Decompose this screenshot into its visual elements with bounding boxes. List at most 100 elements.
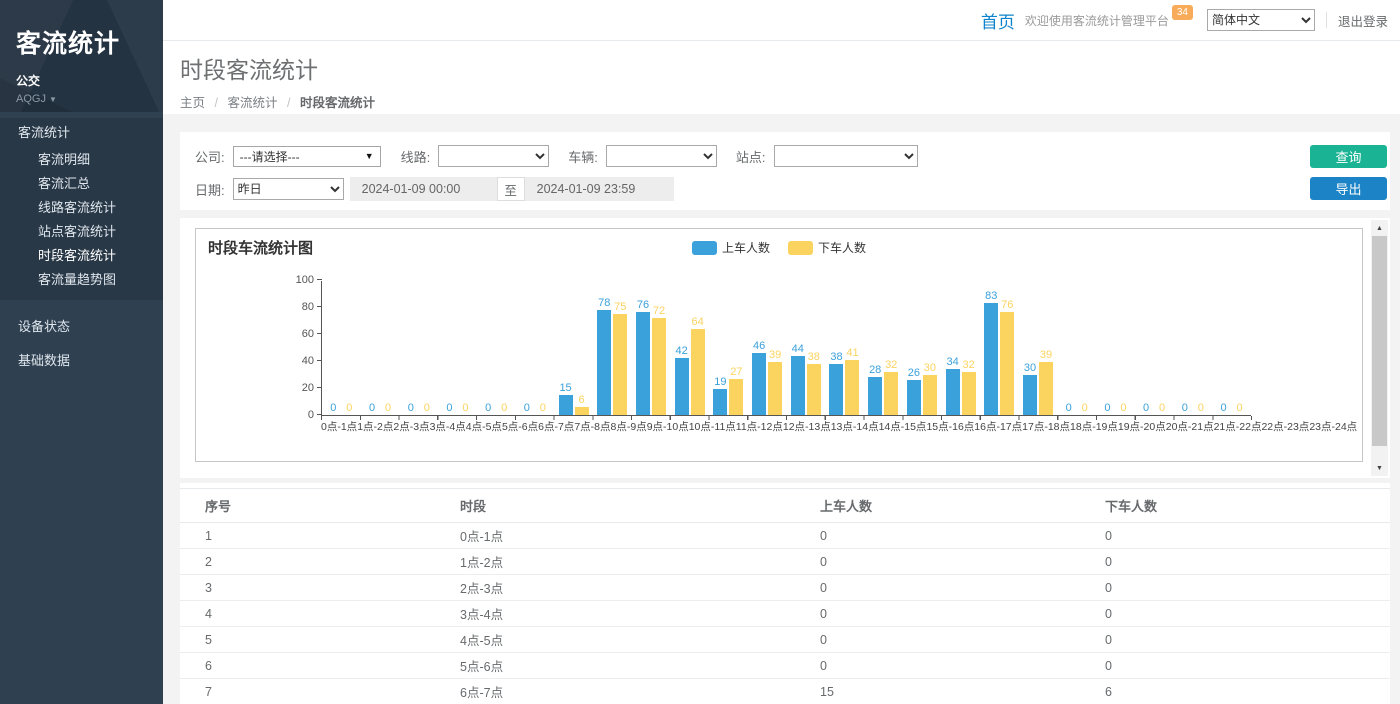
- bar-column: 46: [752, 340, 766, 415]
- breadcrumb-home[interactable]: 主页: [180, 96, 205, 110]
- home-link[interactable]: 首页: [981, 8, 1015, 33]
- table-cell: 0: [1080, 653, 1390, 679]
- date-from-input[interactable]: 2024-01-09 00:00: [350, 177, 497, 201]
- dropdown-arrow-icon: ▼: [365, 151, 374, 161]
- bar-group-10: 1927: [709, 280, 748, 415]
- bar-group-2: 00: [399, 280, 438, 415]
- bar-column: 38: [807, 351, 821, 415]
- breadcrumb-section[interactable]: 客流统计: [227, 96, 277, 110]
- bar-value-label: 0: [1182, 402, 1188, 414]
- bar-group-18: 3039: [1019, 280, 1058, 415]
- date-preset-select[interactable]: 昨日: [233, 178, 344, 200]
- x-axis-label: 19点-20点: [1118, 420, 1166, 434]
- table-cell: 1点-2点: [435, 549, 795, 575]
- sidebar-item-1[interactable]: 客流明细: [0, 148, 163, 172]
- bar-column: 72: [652, 305, 666, 415]
- bar-column: 28: [868, 364, 882, 415]
- chart-title: 时段车流统计图: [208, 237, 1350, 258]
- bar-column: 39: [1039, 349, 1053, 415]
- sidebar-item-7[interactable]: 设备状态: [0, 312, 163, 342]
- bar-column: 0: [1100, 402, 1114, 415]
- vehicle-select[interactable]: [606, 145, 717, 167]
- bar-上车人数: [946, 369, 960, 415]
- date-to-input[interactable]: 2024-01-09 23:59: [525, 177, 674, 201]
- bar-group-20: 00: [1096, 280, 1135, 415]
- y-tick-mark: [317, 414, 322, 415]
- sidebar-nav: 客流统计客流明细客流汇总线路客流统计站点客流统计时段客流统计客流量趋势图设备状态…: [0, 118, 163, 376]
- table-cell: 2: [180, 549, 435, 575]
- bar-value-label: 44: [792, 343, 804, 355]
- bar-value-label: 30: [924, 362, 936, 374]
- x-axis-labels: 0点-1点1点-2点2点-3点3点-4点4点-5点5点-6点6点-7点7点-8点…: [321, 420, 1251, 434]
- bar-group-16: 3432: [941, 280, 980, 415]
- bar-上车人数: [1023, 375, 1037, 416]
- chart-plot: 0204060801000000000000001567875767242641…: [321, 281, 1251, 416]
- table-cell: 4: [180, 601, 435, 627]
- table-header-cell: 下车人数: [1080, 489, 1390, 523]
- table-row: 10点-1点00: [180, 523, 1390, 549]
- table-row: 76点-7点156: [180, 679, 1390, 704]
- breadcrumb-current: 时段客流统计: [300, 96, 375, 110]
- sidebar-item-4[interactable]: 站点客流统计: [0, 220, 163, 244]
- y-tick-mark: [317, 387, 322, 388]
- sidebar-item-0[interactable]: 客流统计: [0, 118, 163, 148]
- y-tick-label: 60: [278, 328, 314, 340]
- x-axis-label: 16点-17点: [974, 420, 1022, 434]
- bar-value-label: 0: [1220, 402, 1226, 414]
- bar-上车人数: [907, 380, 921, 415]
- sidebar-item-5[interactable]: 时段客流统计: [0, 244, 163, 268]
- bar-value-label: 0: [1236, 402, 1242, 414]
- sidebar-item-3[interactable]: 线路客流统计: [0, 196, 163, 220]
- sidebar-item-8[interactable]: 基础数据: [0, 346, 163, 376]
- table-cell: 3: [180, 575, 435, 601]
- table-row: 32点-3点00: [180, 575, 1390, 601]
- bar-value-label: 0: [346, 402, 352, 414]
- y-tick-label: 40: [278, 355, 314, 367]
- bar-group-0: 00: [322, 280, 361, 415]
- bar-column: 0: [1116, 402, 1130, 415]
- logout-link[interactable]: 退出登录: [1338, 11, 1388, 30]
- table-cell: 6: [180, 653, 435, 679]
- x-axis-label: 23点-24点: [1309, 420, 1357, 434]
- chart-scrollbar[interactable]: ▲ ▼: [1371, 220, 1388, 476]
- sidebar-item-2[interactable]: 客流汇总: [0, 172, 163, 196]
- notification-badge[interactable]: 34: [1172, 5, 1193, 20]
- scroll-down-icon[interactable]: ▼: [1371, 460, 1388, 476]
- bar-column: 0: [1155, 402, 1169, 415]
- table-cell: 2点-3点: [435, 575, 795, 601]
- table-cell: 0: [795, 549, 1080, 575]
- x-axis-label: 3点-4点: [430, 420, 466, 434]
- station-select[interactable]: [774, 145, 918, 167]
- company-select[interactable]: ---请选择--- ▼: [233, 146, 381, 167]
- scroll-up-icon[interactable]: ▲: [1371, 220, 1388, 236]
- x-axis-label: 14点-15点: [879, 420, 927, 434]
- bar-group-1: 00: [361, 280, 400, 415]
- language-select[interactable]: 简体中文: [1207, 9, 1315, 31]
- user-menu[interactable]: AQGJ▼: [16, 93, 147, 105]
- line-select[interactable]: [438, 145, 549, 167]
- bar-上车人数: [752, 353, 766, 415]
- sidebar-logo-block: 客流统计 公交 AQGJ▼: [0, 0, 163, 112]
- sidebar-item-6[interactable]: 客流量趋势图: [0, 268, 163, 292]
- date-label: 日期:: [195, 180, 225, 199]
- bar-value-label: 34: [946, 356, 958, 368]
- bar-value-label: 0: [524, 402, 530, 414]
- page-heading: 时段客流统计 主页 / 客流统计 / 时段客流统计: [163, 41, 1400, 114]
- bar-column: 0: [1062, 402, 1076, 415]
- table-cell: 0点-1点: [435, 523, 795, 549]
- company-label: 公司:: [195, 147, 225, 166]
- table-cell: 1: [180, 523, 435, 549]
- bar-下车人数: [729, 379, 743, 415]
- table-cell: 5点-6点: [435, 653, 795, 679]
- bar-上车人数: [984, 303, 998, 415]
- bar-value-label: 0: [462, 402, 468, 414]
- bar-column: 0: [458, 402, 472, 415]
- scrollbar-thumb[interactable]: [1372, 236, 1387, 446]
- x-axis-label: 15点-16点: [926, 420, 974, 434]
- bar-value-label: 0: [446, 402, 452, 414]
- bar-上车人数: [713, 389, 727, 415]
- query-button[interactable]: 查询: [1310, 145, 1387, 168]
- export-button[interactable]: 导出: [1310, 177, 1387, 200]
- bar-column: 0: [1178, 402, 1192, 415]
- table-header-cell: 上车人数: [795, 489, 1080, 523]
